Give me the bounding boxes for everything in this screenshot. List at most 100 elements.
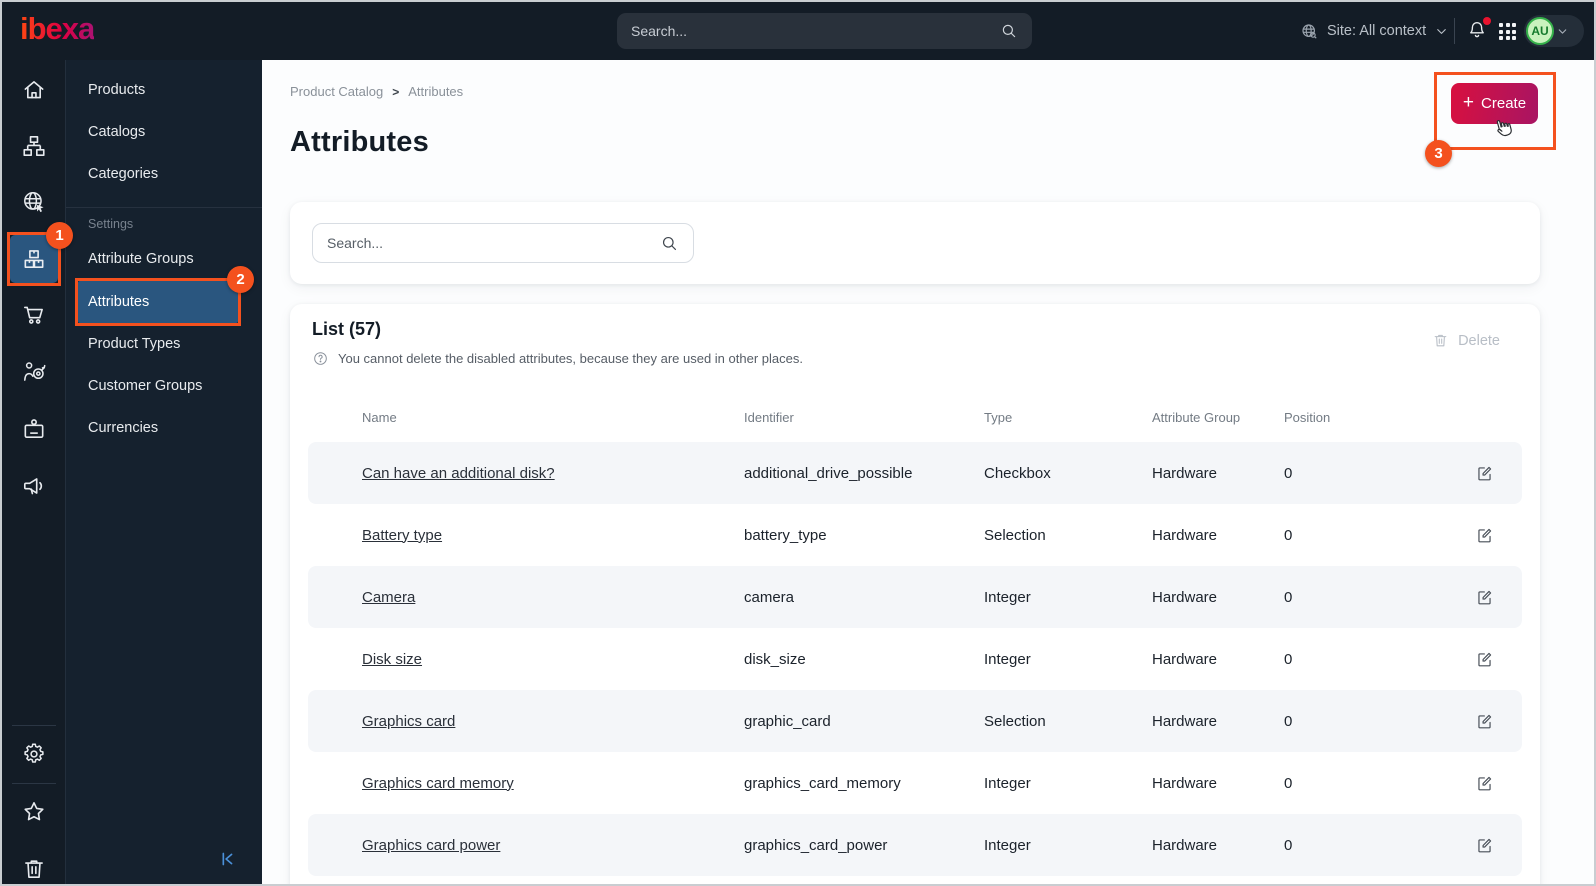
rail-item-customers[interactable] (2, 346, 66, 398)
rail-item-campaign[interactable] (2, 460, 66, 512)
breadcrumb-item-product-catalog[interactable]: Product Catalog (290, 84, 383, 99)
global-search-placeholder: Search... (631, 23, 688, 39)
rail-item-settings[interactable] (2, 728, 66, 780)
table-row: Graphics card graphic_card Selection Har… (308, 690, 1522, 752)
avatar: AU (1526, 17, 1554, 45)
app-switcher-button[interactable] (1499, 23, 1516, 40)
attribute-group: Hardware (1152, 526, 1218, 544)
edit-icon (1477, 652, 1491, 666)
rail-item-site[interactable] (2, 176, 66, 228)
rail-item-home[interactable] (2, 64, 66, 116)
attribute-type: Integer (984, 836, 1031, 854)
attribute-identifier: additional_drive_possible (744, 464, 913, 482)
attribute-group: Hardware (1152, 650, 1218, 668)
sidebar-collapse-button[interactable] (216, 848, 238, 870)
attribute-type: Selection (984, 526, 1046, 544)
list-search-input[interactable]: Search... (312, 223, 694, 263)
search-icon (1002, 24, 1016, 38)
attribute-group: Hardware (1152, 464, 1218, 482)
sidebar-item-product-types[interactable]: Product Types (66, 323, 262, 365)
edit-button[interactable] (1464, 774, 1504, 793)
step-badge-2: 2 (227, 266, 254, 293)
app-window: ibexa Search... Site: All context AU 1 P… (0, 0, 1596, 886)
site-context-selector[interactable]: Site: All context (1300, 2, 1449, 60)
rail-divider (12, 783, 56, 784)
edit-button[interactable] (1464, 836, 1504, 855)
sidebar-item-categories[interactable]: Categories (66, 153, 262, 195)
global-search-input[interactable]: Search... (617, 13, 1032, 49)
attribute-type: Selection (984, 712, 1046, 730)
attribute-name-link[interactable]: Disk size (362, 651, 422, 668)
table-row: Graphics card memory graphics_card_memor… (308, 752, 1522, 814)
step-badge-3: 3 (1425, 140, 1452, 167)
attribute-name-link[interactable]: Graphics card power (362, 837, 500, 854)
column-header-name: Name (362, 409, 397, 425)
table-header: Name Identifier Type Attribute Group Pos… (308, 400, 1522, 434)
attribute-identifier: battery_type (744, 526, 827, 544)
notification-dot (1483, 17, 1491, 25)
edit-icon (1477, 838, 1491, 852)
attribute-type: Integer (984, 650, 1031, 668)
edit-button[interactable] (1464, 650, 1504, 669)
topbar-divider (1454, 18, 1455, 44)
edit-button[interactable] (1464, 526, 1504, 545)
attribute-type: Checkbox (984, 464, 1051, 482)
attribute-name-link[interactable]: Camera (362, 589, 415, 606)
attribute-position: 0 (1284, 712, 1293, 730)
delete-button[interactable]: Delete (1432, 332, 1500, 349)
breadcrumb-item-attributes[interactable]: Attributes (408, 84, 463, 99)
table-row: Disk size disk_size Integer Hardware 0 (308, 628, 1522, 690)
table-row: Can have an additional disk? additional_… (308, 442, 1522, 504)
edit-button[interactable] (1464, 712, 1504, 731)
edit-icon (1477, 714, 1491, 728)
ibexa-logo[interactable]: ibexa (20, 11, 95, 47)
collapse-left-icon (222, 852, 233, 866)
sidebar-item-attributes[interactable]: Attributes (88, 281, 149, 323)
top-bar: ibexa Search... Site: All context AU (2, 2, 1594, 60)
rail-item-bookmarks[interactable] (2, 786, 66, 838)
sidebar-item-currencies[interactable]: Currencies (66, 407, 262, 449)
sidebar-item-products[interactable]: Products (66, 69, 262, 111)
table-row: Graphics card power graphics_card_power … (308, 814, 1522, 876)
rail-item-customer-portal[interactable] (2, 403, 66, 455)
star-icon (24, 802, 44, 821)
table-row: Battery type battery_type Selection Hard… (308, 504, 1522, 566)
rail-divider (12, 725, 56, 726)
home-icon (24, 81, 44, 99)
attribute-position: 0 (1284, 774, 1293, 792)
user-menu[interactable]: AU (1524, 15, 1584, 47)
attribute-name-link[interactable]: Graphics card memory (362, 775, 514, 792)
rail-item-content[interactable] (2, 120, 66, 172)
list-info: You cannot delete the disabled attribute… (312, 350, 803, 367)
attribute-position: 0 (1284, 526, 1293, 544)
attribute-name-link[interactable]: Battery type (362, 527, 442, 544)
icon-rail: 1 (2, 60, 73, 884)
site-context-label: Site: All context (1327, 23, 1427, 39)
table-row: Camera camera Integer Hardware 0 (308, 566, 1522, 628)
trash-icon (25, 860, 43, 878)
content-tree-icon (23, 135, 45, 157)
attribute-name-link[interactable]: Can have an additional disk? (362, 465, 555, 482)
breadcrumb: Product Catalog > Attributes (290, 84, 463, 99)
attribute-name-link[interactable]: Graphics card (362, 713, 455, 730)
attributes-list-panel: List (57) You cannot delete the disabled… (290, 304, 1540, 884)
attribute-identifier: graphics_card_power (744, 836, 888, 854)
edit-button[interactable] (1464, 464, 1504, 483)
rail-item-trash[interactable] (2, 843, 66, 884)
attribute-identifier: graphic_card (744, 712, 831, 730)
attribute-identifier: graphics_card_memory (744, 774, 901, 792)
column-header-type: Type (984, 409, 1013, 425)
sidebar-item-customer-groups[interactable]: Customer Groups (66, 365, 262, 407)
search-panel: Search... (290, 202, 1540, 284)
commerce-cart-icon (23, 306, 43, 324)
attribute-group: Hardware (1152, 836, 1218, 854)
rail-item-commerce[interactable] (2, 289, 66, 341)
notifications-button[interactable] (1466, 17, 1491, 43)
site-globe-icon (24, 192, 44, 213)
attribute-table-body: Can have an additional disk? additional_… (308, 442, 1522, 876)
attribute-type: Integer (984, 588, 1031, 606)
sidebar-item-catalogs[interactable]: Catalogs (66, 111, 262, 153)
edit-button[interactable] (1464, 588, 1504, 607)
customers-target-icon (24, 362, 46, 381)
edit-icon (1477, 776, 1491, 790)
